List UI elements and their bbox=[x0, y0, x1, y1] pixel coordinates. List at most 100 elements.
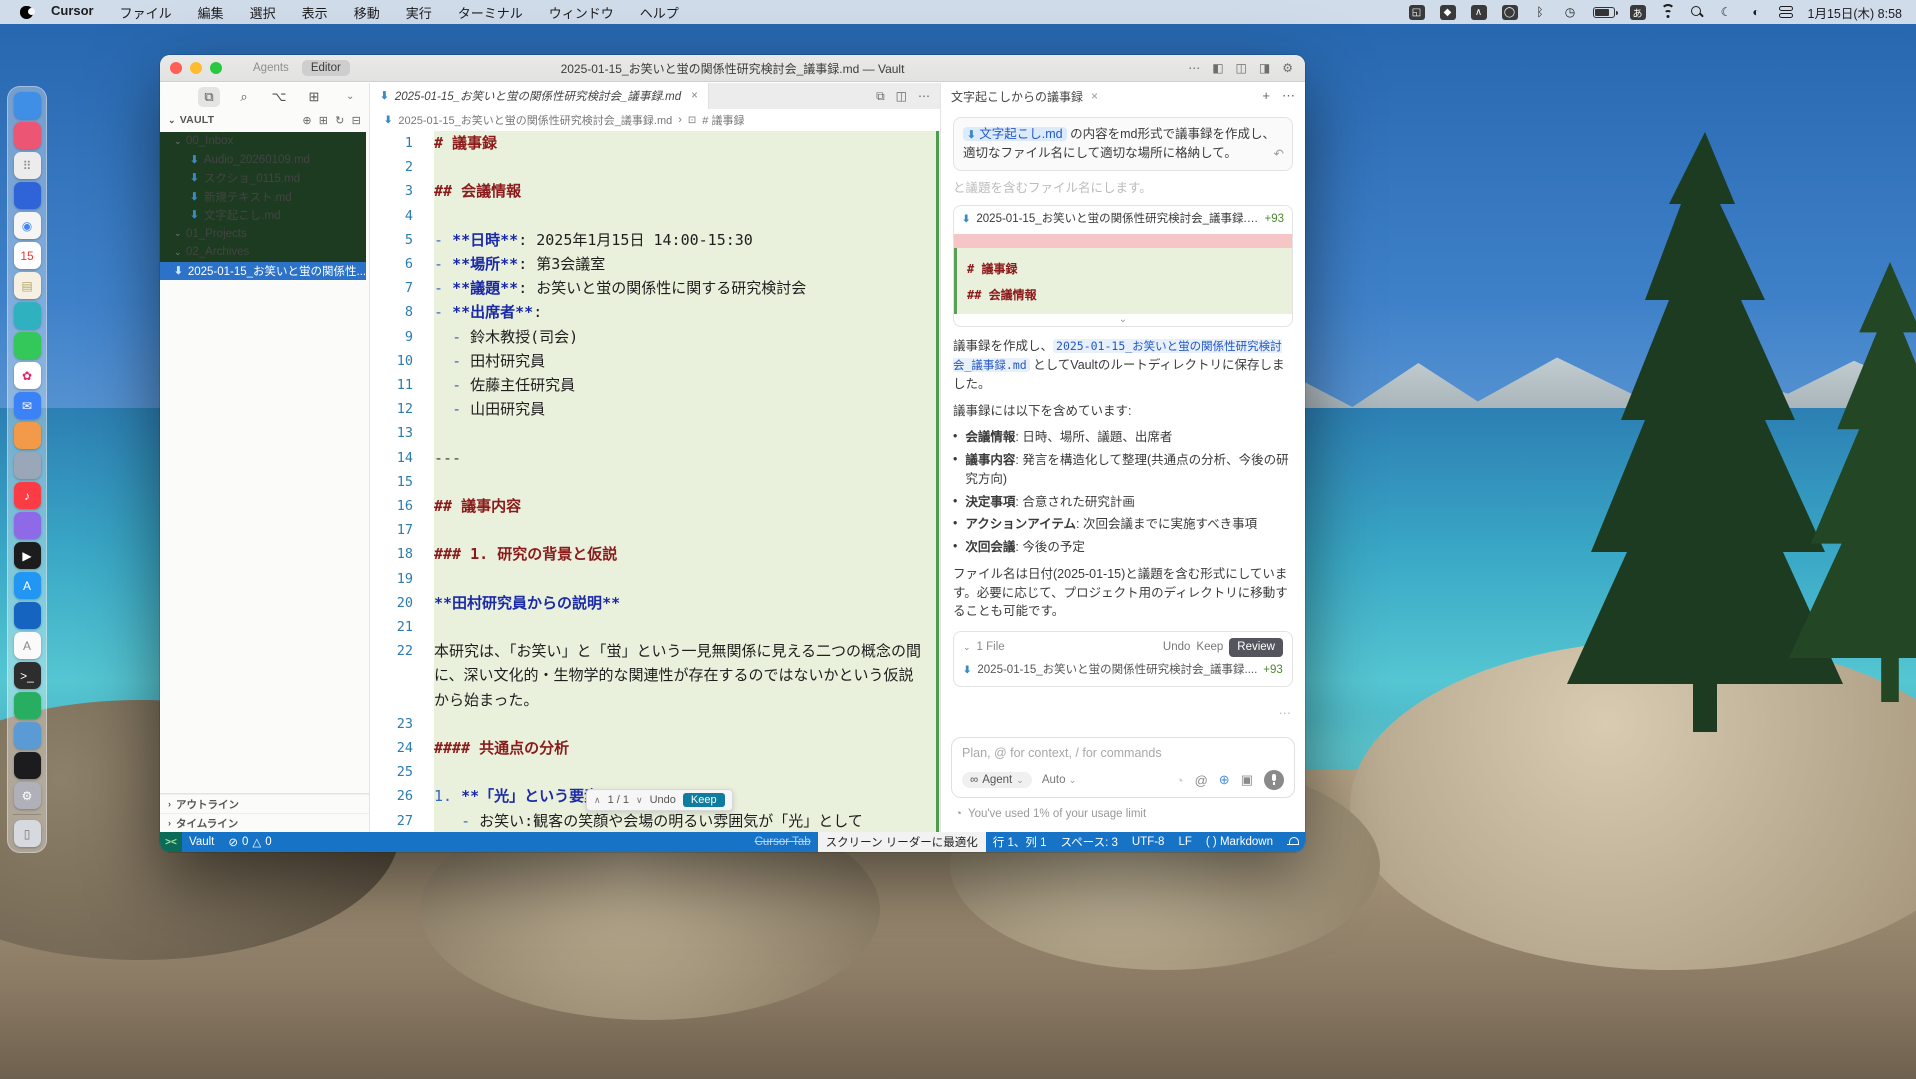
time-machine-icon[interactable]: ◷ bbox=[1563, 5, 1578, 20]
editor-line[interactable]: 27 - お笑い:観客の笑顔や会場の明るい雰囲気が「光」として bbox=[370, 809, 940, 832]
tree-file-row[interactable]: ⬇2025-01-15_お笑いと蛍の関係性... bbox=[160, 262, 366, 281]
editor-line[interactable]: 11 - 佐藤主任研究員 bbox=[370, 373, 940, 397]
editor-line[interactable]: 16## 議事内容 bbox=[370, 494, 940, 518]
agent-mode-selector[interactable]: ∞Agent⌄ bbox=[962, 772, 1032, 788]
editor-line[interactable]: 1# 議事録 bbox=[370, 131, 940, 155]
notifications-bell-icon[interactable] bbox=[1280, 837, 1305, 848]
ring-app-icon[interactable]: ◯ bbox=[1502, 5, 1518, 20]
editor-line[interactable]: 14--- bbox=[370, 446, 940, 470]
dock-browser-icon[interactable]: ◉ bbox=[14, 212, 41, 239]
close-window-button[interactable] bbox=[170, 62, 182, 74]
editor-line[interactable]: 15 bbox=[370, 470, 940, 494]
menu-item-6[interactable]: 実行 bbox=[406, 3, 432, 22]
workspace-name[interactable]: Vault bbox=[182, 836, 221, 848]
cursor-position[interactable]: 行 1、列 1 bbox=[986, 834, 1054, 850]
editor-line[interactable]: 22本研究は、「お笑い」と「蛍」という一見無関係に見える二つの概念の間に、深い文… bbox=[370, 639, 940, 712]
editor-line[interactable]: 8- **出席者**: bbox=[370, 300, 940, 324]
source-control-icon[interactable]: ⌥ bbox=[268, 87, 290, 107]
close-tab-icon[interactable]: × bbox=[691, 90, 698, 102]
app-badge-icon[interactable]: ◱ bbox=[1409, 5, 1425, 20]
model-selector[interactable]: Auto ⌄ bbox=[1042, 774, 1076, 786]
next-change-icon[interactable]: ∨ bbox=[636, 795, 643, 806]
encoding[interactable]: UTF-8 bbox=[1125, 836, 1172, 848]
review-file-row[interactable]: ⬇ 2025-01-15_お笑いと蛍の関係性研究検討会_議事録.... +93 bbox=[963, 662, 1283, 679]
menubar-clock[interactable]: 1月15日(木) 8:58 bbox=[1808, 3, 1902, 22]
eol-indicator[interactable]: LF bbox=[1171, 836, 1198, 848]
dock-trash-icon[interactable]: ▯ bbox=[14, 820, 41, 847]
spotlight-search-icon[interactable] bbox=[1691, 6, 1704, 19]
more-actions-icon[interactable]: ⋯ bbox=[1188, 61, 1200, 75]
split-editor-icon[interactable]: ◫ bbox=[896, 89, 907, 103]
sidebar-section-アウトライン[interactable]: ›アウトライン bbox=[160, 794, 369, 813]
image-attach-icon[interactable]: ▣ bbox=[1241, 772, 1253, 788]
focus-moon-icon[interactable]: ☾ bbox=[1719, 5, 1734, 20]
dock-appstore-icon[interactable]: A bbox=[14, 572, 41, 599]
dock-settings-icon[interactable]: ⚙ bbox=[14, 782, 41, 809]
breadcrumb-symbol[interactable]: # 議事録 bbox=[702, 112, 744, 128]
dock-calendar-icon[interactable]: 15 bbox=[14, 242, 41, 269]
history-icon[interactable]: ◔ bbox=[1176, 773, 1184, 788]
dock-photos-icon[interactable]: ✿ bbox=[14, 362, 41, 389]
input-source-ja-icon[interactable]: あ bbox=[1630, 5, 1646, 20]
tree-folder-row[interactable]: ⌄02_Archives bbox=[160, 243, 366, 262]
dock-dark-app-icon[interactable] bbox=[14, 752, 41, 779]
menu-item-app[interactable]: Cursor bbox=[51, 3, 94, 22]
screen-reader-mode[interactable]: スクリーン リーダーに最適化 bbox=[818, 832, 986, 852]
explorer-section-header[interactable]: ⌄ VAULT ⊕⊞↻⊟ bbox=[160, 110, 369, 130]
editor-line[interactable]: 25 bbox=[370, 760, 940, 784]
editor-line[interactable]: 10 - 田村研究員 bbox=[370, 349, 940, 373]
dock-blue-app-icon[interactable] bbox=[14, 182, 41, 209]
editor-line[interactable]: 2 bbox=[370, 155, 940, 179]
editor-line[interactable]: 24#### 共通点の分析 bbox=[370, 736, 940, 760]
expand-diff-icon[interactable]: ⌄ bbox=[954, 314, 1292, 326]
menu-item-5[interactable]: 移動 bbox=[354, 3, 380, 22]
new-file-icon[interactable]: ⊕ bbox=[302, 114, 311, 127]
tab-editor[interactable]: Editor bbox=[302, 60, 350, 76]
dock-blue2-app-icon[interactable] bbox=[14, 602, 41, 629]
settings-gear-icon[interactable]: ⚙ bbox=[1282, 61, 1293, 75]
explorer-files-icon[interactable]: ⧉ bbox=[198, 87, 220, 107]
editor-line[interactable]: 6- **場所**: 第3会議室 bbox=[370, 252, 940, 276]
dock-launchpad-icon[interactable]: ⠿ bbox=[14, 152, 41, 179]
editor-line[interactable]: 20**田村研究員からの説明** bbox=[370, 591, 940, 615]
keep-button[interactable]: Keep bbox=[683, 793, 725, 807]
layout-sidebar-icon[interactable]: ◧ bbox=[1212, 61, 1223, 75]
dock-pink-app-icon[interactable] bbox=[14, 122, 41, 149]
close-chat-icon[interactable]: × bbox=[1091, 89, 1098, 103]
dock-orange-app-icon[interactable] bbox=[14, 422, 41, 449]
tree-file-row[interactable]: ⬇文字起こし.md bbox=[160, 206, 366, 225]
editor-line[interactable]: 7- **議題**: お笑いと蛍の関係性に関する研究検討会 bbox=[370, 276, 940, 300]
tab-agents[interactable]: Agents bbox=[244, 60, 298, 76]
menu-item-1[interactable]: ファイル bbox=[120, 3, 172, 22]
menu-item-7[interactable]: ターミナル bbox=[458, 3, 523, 22]
dock-facetime-icon[interactable] bbox=[14, 332, 41, 359]
refresh-icon[interactable]: ↻ bbox=[335, 114, 344, 127]
new-chat-icon[interactable]: + bbox=[1262, 88, 1270, 104]
dock-green-app-icon[interactable] bbox=[14, 692, 41, 719]
apple-menu-icon[interactable] bbox=[20, 6, 33, 19]
tree-file-row[interactable]: ⬇Audio_20260109.md bbox=[160, 151, 366, 170]
more-views-chevron-icon[interactable]: ⌄ bbox=[346, 91, 354, 102]
search-icon[interactable]: ⌕ bbox=[233, 87, 255, 107]
layout-secondary-sidebar-icon[interactable]: ◨ bbox=[1259, 61, 1270, 75]
tree-folder-row[interactable]: ⌄00_Inbox bbox=[160, 132, 366, 151]
editor-content[interactable]: 1# 議事録2 3## 会議情報4 5- **日時**: 2025年1月15日 … bbox=[370, 131, 940, 832]
indentation[interactable]: スペース: 3 bbox=[1053, 834, 1124, 850]
wifi-icon[interactable] bbox=[1661, 6, 1676, 18]
editor-line[interactable]: 4 bbox=[370, 204, 940, 228]
file-chip[interactable]: ⬇ 文字起こし.md bbox=[963, 127, 1067, 141]
editor-line[interactable]: 9 - 鈴木教授(司会) bbox=[370, 325, 940, 349]
dock-tv-icon[interactable]: ▶ bbox=[14, 542, 41, 569]
editor-line[interactable]: 19 bbox=[370, 567, 940, 591]
editor-line[interactable]: 5- **日時**: 2025年1月15日 14:00-15:30 bbox=[370, 228, 940, 252]
minimize-window-button[interactable] bbox=[190, 62, 202, 74]
dock-mail-icon[interactable]: ✉ bbox=[14, 392, 41, 419]
editor-line[interactable]: 18### 1. 研究の背景と仮説 bbox=[370, 542, 940, 566]
editor-line[interactable]: 3## 会議情報 bbox=[370, 179, 940, 203]
dock-teal-app-icon[interactable] bbox=[14, 302, 41, 329]
menu-item-9[interactable]: ヘルプ bbox=[640, 3, 679, 22]
editor-line[interactable]: 17 bbox=[370, 518, 940, 542]
dock-finder-icon[interactable] bbox=[14, 92, 41, 119]
problems-indicator[interactable]: ⊘0△0 bbox=[221, 835, 278, 849]
prev-change-icon[interactable]: ∧ bbox=[594, 795, 601, 806]
